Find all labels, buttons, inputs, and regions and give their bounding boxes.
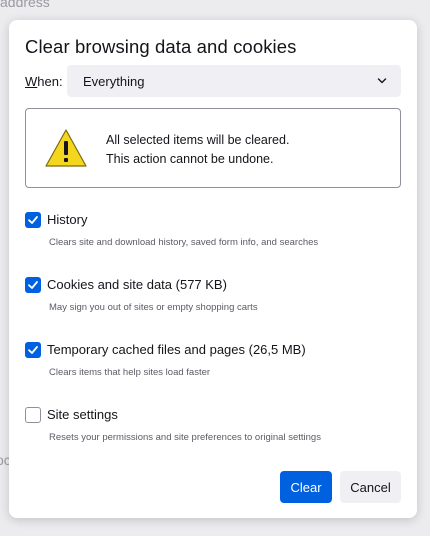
dialog-title: Clear browsing data and cookies	[25, 36, 297, 57]
cookies-checkbox[interactable]	[25, 277, 41, 293]
site-settings-label: Site settings	[47, 407, 118, 422]
when-label: When:	[25, 74, 63, 89]
cache-checkbox[interactable]	[25, 342, 41, 358]
when-label-accesskey: W	[25, 74, 38, 89]
warning-text-line1: All selected items will be cleared.	[106, 133, 290, 147]
cache-description: Clears items that help sites load faster	[49, 367, 211, 378]
cookies-label: Cookies and site data (577 KB)	[47, 277, 227, 292]
clear-button[interactable]: Clear	[280, 471, 332, 503]
checkmark-icon	[28, 346, 38, 354]
when-label-rest: hen:	[37, 74, 63, 89]
warning-text-line2: This action cannot be undone.	[106, 152, 274, 166]
site-settings-description: Resets your permissions and site prefere…	[49, 432, 321, 443]
checkmark-icon	[28, 281, 38, 289]
time-range-select[interactable]: Everything	[67, 65, 401, 97]
time-range-selected-value: Everything	[83, 74, 145, 89]
warning-icon	[45, 129, 87, 167]
history-label: History	[47, 212, 88, 227]
cookies-description: May sign you out of sites or empty shopp…	[49, 302, 258, 313]
history-description: Clears site and download history, saved …	[49, 237, 319, 248]
chevron-down-icon	[377, 78, 387, 84]
cache-label: Temporary cached files and pages (26,5 M…	[47, 342, 306, 357]
cancel-button[interactable]: Cancel	[340, 471, 401, 503]
checkmark-icon	[28, 216, 38, 224]
clear-data-dialog: Clear browsing data and cookies When: Ev…	[9, 20, 417, 518]
warning-box: All selected items will be cleared. This…	[25, 108, 401, 188]
history-checkbox[interactable]	[25, 212, 41, 228]
background-address-bar-text: address	[0, 0, 50, 10]
site-settings-checkbox[interactable]	[25, 407, 41, 423]
